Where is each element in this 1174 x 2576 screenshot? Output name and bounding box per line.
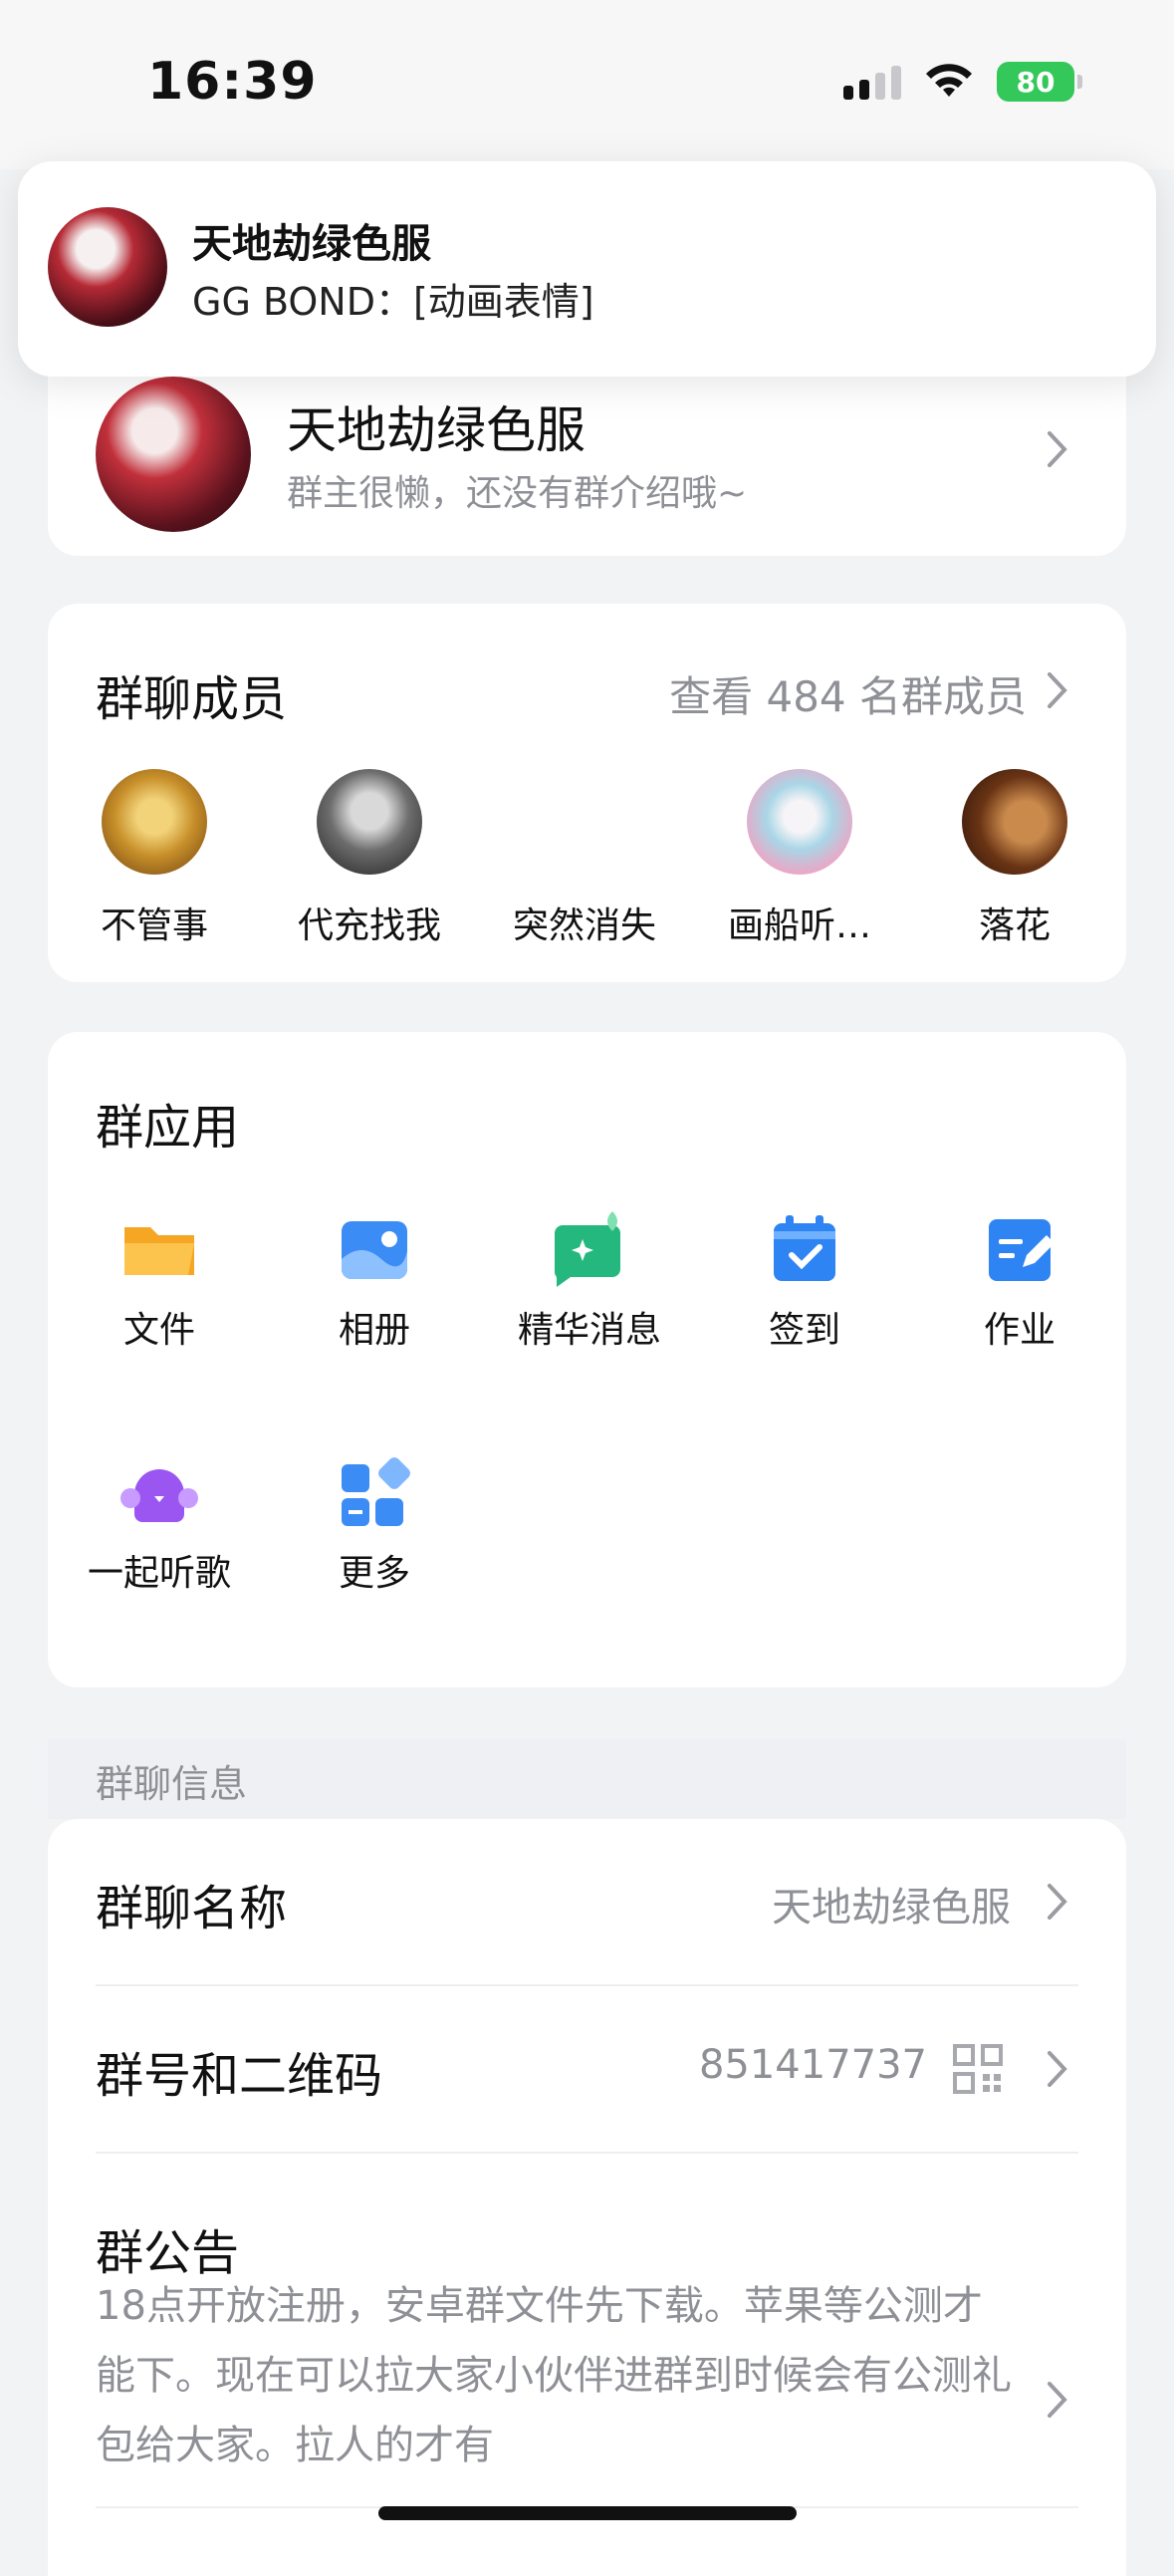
app-label: 签到 — [768, 1310, 840, 1351]
app-album[interactable]: 相册 — [280, 1209, 469, 1353]
group-avatar — [96, 377, 251, 532]
group-number-row[interactable]: 群号和二维码 851417737 — [48, 1986, 1126, 2152]
group-apps-card: 群应用 文件 相册 精华消息 签到 作业 一起听歌 更多 — [48, 1032, 1126, 1687]
album-icon — [334, 1209, 415, 1291]
member-item[interactable]: 落花 — [930, 769, 1099, 948]
notification-body: GG BOND：[动画表情] — [192, 280, 594, 324]
member-avatar — [532, 769, 637, 875]
battery-icon: 80 — [997, 62, 1082, 102]
chevron-right-icon — [1048, 2382, 1067, 2418]
app-files[interactable]: 文件 — [65, 1209, 254, 1353]
more-apps-icon — [334, 1452, 415, 1534]
app-listen-together[interactable]: 一起听歌 — [65, 1452, 254, 1596]
listen-together-icon — [118, 1452, 200, 1534]
group-description: 群主很懒，还没有群介绍哦~ — [287, 473, 748, 514]
status-time: 16:39 — [147, 52, 318, 112]
group-number-label: 群号和二维码 — [96, 2048, 383, 2104]
member-avatar — [317, 769, 422, 875]
app-label: 作业 — [983, 1310, 1056, 1351]
member-item[interactable]: 突然消失 — [500, 769, 669, 948]
chevron-right-icon — [1048, 431, 1067, 467]
member-name: 突然消失 — [512, 905, 656, 946]
member-name: 代充找我 — [297, 905, 441, 946]
group-info-section-header: 群聊信息 — [48, 1739, 1126, 1819]
app-more[interactable]: 更多 — [280, 1452, 469, 1596]
folder-icon — [118, 1209, 200, 1291]
member-avatar — [747, 769, 852, 875]
member-item[interactable]: 不管事 — [70, 769, 239, 948]
home-indicator — [378, 2506, 797, 2520]
group-members-card: 群聊成员 查看 484 名群成员 不管事 代充找我 突然消失 画船听… 落花 — [48, 604, 1126, 982]
members-title: 群聊成员 — [96, 671, 288, 727]
app-homework[interactable]: 作业 — [925, 1209, 1114, 1353]
status-icons: 80 — [843, 62, 1082, 102]
group-name: 天地劫绿色服 — [287, 401, 586, 459]
member-item[interactable]: 代充找我 — [285, 769, 454, 948]
app-label: 更多 — [338, 1553, 410, 1594]
member-avatar — [962, 769, 1067, 875]
app-label: 一起听歌 — [87, 1553, 231, 1594]
cellular-signal-icon — [843, 64, 901, 100]
homework-edit-icon — [979, 1209, 1060, 1291]
notification-avatar — [48, 207, 167, 327]
chevron-right-icon — [1048, 1884, 1067, 1920]
member-item[interactable]: 画船听… — [715, 769, 884, 948]
wifi-icon — [926, 64, 972, 97]
apps-title: 群应用 — [96, 1100, 240, 1156]
featured-message-icon — [549, 1209, 630, 1291]
app-featured-messages[interactable]: 精华消息 — [495, 1209, 684, 1353]
group-name-value: 天地劫绿色服 — [772, 1885, 1011, 1931]
notification-title: 天地劫绿色服 — [192, 221, 431, 267]
qr-code-icon — [953, 2044, 1003, 2094]
group-notice-text: 18点开放注册，安卓群文件先下载。苹果等公测才能下。现在可以拉大家小伙伴进群到时… — [96, 2283, 1012, 2468]
group-info-card: 群聊名称 天地劫绿色服 群号和二维码 851417737 群公告 18点开放注册… — [48, 1819, 1126, 2576]
member-avatar — [102, 769, 207, 875]
chevron-right-icon — [1048, 672, 1067, 708]
chevron-right-icon — [1048, 2051, 1067, 2087]
app-label: 文件 — [122, 1310, 195, 1351]
status-bar: 16:39 80 — [0, 0, 1174, 169]
member-name: 不管事 — [100, 905, 208, 946]
member-name: 落花 — [978, 905, 1051, 946]
view-all-members-link[interactable]: 查看 484 名群成员 — [669, 663, 1027, 724]
group-number-value: 851417737 — [698, 2042, 927, 2088]
app-label: 相册 — [338, 1310, 410, 1351]
group-name-row[interactable]: 群聊名称 天地劫绿色服 — [48, 1819, 1126, 1984]
section-label: 群聊信息 — [96, 1762, 248, 1806]
calendar-check-icon — [764, 1209, 845, 1291]
member-name: 画船听… — [727, 905, 871, 946]
group-name-label: 群聊名称 — [96, 1881, 288, 1936]
app-check-in[interactable]: 签到 — [710, 1209, 899, 1353]
message-notification-banner[interactable]: 天地劫绿色服 GG BOND：[动画表情] — [18, 161, 1156, 377]
app-label: 精华消息 — [517, 1310, 661, 1351]
battery-level: 80 — [1016, 65, 1056, 99]
